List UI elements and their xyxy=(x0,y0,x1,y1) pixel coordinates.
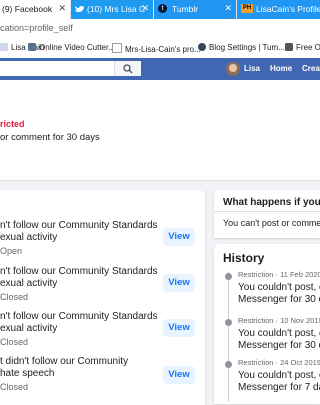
close-icon[interactable]: ✕ xyxy=(141,3,149,14)
create-link[interactable]: Create xyxy=(302,64,320,73)
tab-lisacain-profile[interactable]: PH LisaCain's Profile xyxy=(237,0,320,19)
video-cutter-icon xyxy=(28,43,36,51)
violation-title: n't follow our Community Standards xyxy=(0,311,158,322)
tab-label: (10) Mrs Lisa C xyxy=(87,4,146,14)
history-entry-line: Messenger for 7 da xyxy=(238,382,320,393)
divider xyxy=(214,211,320,212)
twitter-icon xyxy=(75,6,84,13)
search-icon xyxy=(123,64,133,74)
bookmark-item[interactable]: Online Video Cutter... xyxy=(28,43,115,52)
tab-tumblr[interactable]: t Tumblr ✕ xyxy=(154,0,236,19)
view-button[interactable]: View xyxy=(163,366,195,384)
history-entry: Restriction · 10 Nov 2019 You couldn't p… xyxy=(214,314,320,359)
history-entry-meta: Restriction · 10 Nov 2019 xyxy=(238,316,320,325)
bookmark-item[interactable]: Mrs-Lisa-Cain's pro... xyxy=(112,43,201,54)
view-button[interactable]: View xyxy=(163,228,195,246)
tumblr-icon xyxy=(198,43,206,51)
what-happens-title: What happens if you v xyxy=(223,197,320,208)
tab-label: (9) Facebook xyxy=(2,4,53,14)
tab-facebook[interactable]: (9) Facebook ✕ xyxy=(0,0,70,19)
what-happens-card: What happens if you v You can't post or … xyxy=(214,190,320,238)
profile-site-icon: PH xyxy=(241,4,253,13)
history-entry-line: Messenger for 30 d xyxy=(238,294,320,305)
violation-subtitle: exual activity xyxy=(0,323,58,334)
history-entry: Restriction · 11 Feb 2020 You couldn't p… xyxy=(214,268,320,313)
violation-subtitle: exual activity xyxy=(0,278,58,289)
facebook-top-bar: Lisa Home Create xyxy=(0,58,320,80)
what-happens-text: You can't post or comment xyxy=(223,218,320,228)
page-icon xyxy=(0,43,8,51)
violation-title: n't follow our Community Standards xyxy=(0,220,158,231)
history-entry-line: You couldn't post, c xyxy=(238,328,320,339)
address-text[interactable]: cation=profile_self xyxy=(0,23,73,33)
violation-subtitle: exual activity xyxy=(0,232,58,243)
address-bar[interactable]: cation=profile_self xyxy=(0,19,320,41)
violation-title: n't follow our Community Standards xyxy=(0,266,158,277)
search-input[interactable] xyxy=(0,61,141,76)
bookmark-label: Free On xyxy=(296,43,320,52)
timeline-dot xyxy=(225,273,232,280)
home-link[interactable]: Home xyxy=(270,64,292,73)
history-entry: Restriction · 24 Oct 2019 You couldn't p… xyxy=(214,356,320,400)
bookmarks-bar: Lisa Cain Online Video Cutter... Mrs-Lis… xyxy=(0,40,320,59)
view-button[interactable]: View xyxy=(163,274,195,292)
tumblr-icon: t xyxy=(158,4,167,13)
page-icon xyxy=(285,43,293,51)
tab-label: LisaCain's Profile xyxy=(256,4,320,14)
violation-status: Closed xyxy=(0,382,29,392)
history-entry-line: You couldn't post, c xyxy=(238,370,320,381)
violation-subtitle: hate speech xyxy=(0,368,55,379)
history-entry-line: Messenger for 30 d xyxy=(238,340,320,351)
page-icon xyxy=(112,43,122,53)
status-description: or comment for 30 days xyxy=(0,132,100,143)
bookmark-item[interactable]: Blog Settings | Tum... xyxy=(198,43,285,52)
violation-status: Open xyxy=(0,246,23,256)
history-entry-meta: Restriction · 24 Oct 2019 xyxy=(238,358,320,367)
violation-status: Closed xyxy=(0,292,29,302)
history-entry-line: You couldn't post, c xyxy=(238,282,320,293)
violation-status: Closed xyxy=(0,337,29,347)
browser-tab-strip: (9) Facebook ✕ (10) Mrs Lisa C ✕ t Tumbl… xyxy=(0,0,320,19)
tab-twitter[interactable]: (10) Mrs Lisa C ✕ xyxy=(71,0,153,19)
search-button[interactable] xyxy=(114,61,141,76)
close-icon[interactable]: ✕ xyxy=(224,3,232,14)
view-button[interactable]: View xyxy=(163,319,195,337)
close-icon[interactable]: ✕ xyxy=(58,3,66,14)
bookmark-item[interactable]: Free On xyxy=(285,43,320,52)
timeline-dot xyxy=(225,361,232,368)
account-status-header xyxy=(0,80,320,181)
bookmark-label: Mrs-Lisa-Cain's pro... xyxy=(125,45,201,54)
status-label: ricted xyxy=(0,119,25,129)
violations-card: n't follow our Community Standards exual… xyxy=(0,190,205,405)
history-entry-meta: Restriction · 11 Feb 2020 xyxy=(238,270,320,279)
bookmark-label: Blog Settings | Tum... xyxy=(209,43,285,52)
history-title: History xyxy=(223,251,265,265)
avatar[interactable] xyxy=(226,62,240,76)
bookmark-label: Online Video Cutter... xyxy=(39,43,115,52)
timeline-dot xyxy=(225,319,232,326)
violation-title: t didn't follow our Community xyxy=(0,356,129,367)
profile-name-link[interactable]: Lisa xyxy=(244,64,260,73)
tab-label: Tumblr xyxy=(172,4,199,14)
